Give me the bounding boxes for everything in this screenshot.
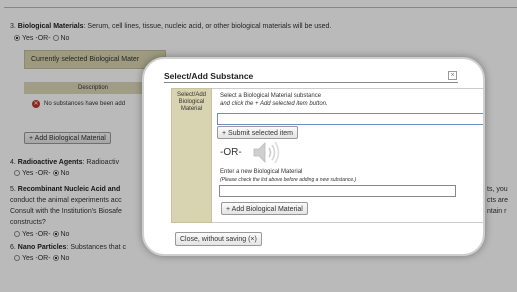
sidebar-label: Select/Add Biological Material — [176, 92, 207, 112]
close-without-saving-button[interactable]: Close, without saving (×) — [175, 232, 262, 246]
or-separator: -OR- — [220, 147, 242, 158]
new-material-hint: (Please check the list above before addi… — [220, 177, 357, 183]
substance-search-input[interactable] — [217, 113, 483, 125]
dialog-title-divider — [164, 82, 458, 83]
dialog-sidebar: Select/Add Biological Material — [171, 88, 212, 223]
dialog-title: Select/Add Substance — [164, 71, 254, 81]
new-material-label: Enter a new Biological Material — [220, 169, 303, 175]
instruction-line-2: and click the + Add selected item button… — [220, 101, 328, 107]
instruction-line-1: Select a Biological Material substance — [220, 93, 322, 99]
add-biological-material-button[interactable]: + Add Biological Material — [221, 202, 308, 215]
speaker-icon[interactable] — [252, 140, 282, 165]
page: 3. Biological Materials: Serum, cell lin… — [0, 0, 517, 292]
new-material-input[interactable] — [219, 185, 456, 197]
dialog-content: Select a Biological Material substance a… — [212, 88, 483, 223]
select-add-substance-dialog: Select/Add Substance × Select/Add Biolog… — [142, 57, 485, 256]
submit-selected-item-button[interactable]: + Submit selected item — [217, 126, 299, 139]
close-icon[interactable]: × — [448, 71, 457, 80]
